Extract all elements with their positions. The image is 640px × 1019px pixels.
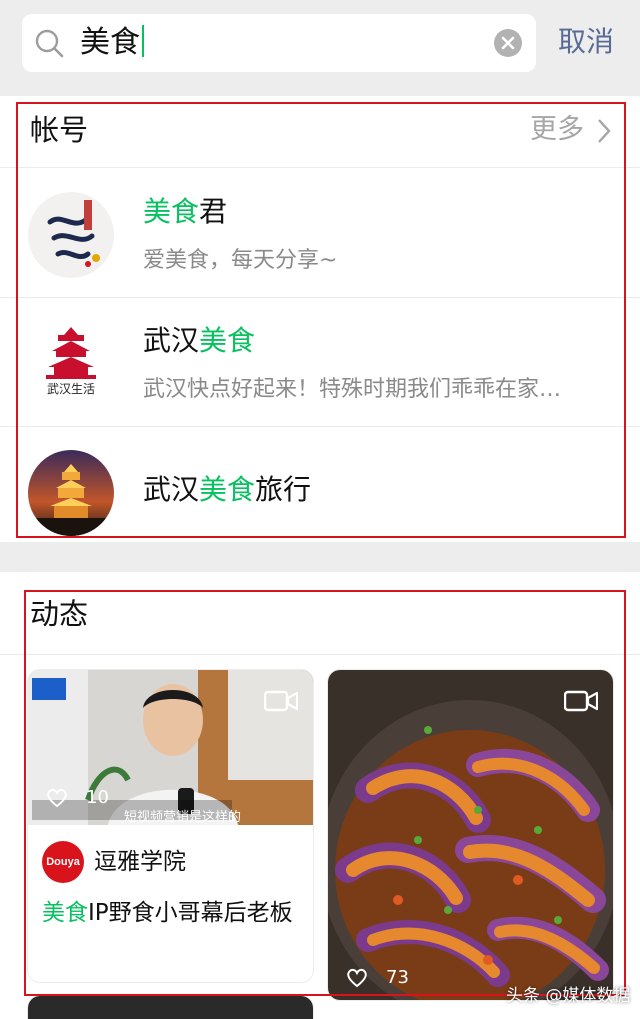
account-name: 美食君 (143, 195, 228, 228)
text-caret (142, 25, 144, 57)
search-query: 美食 (80, 25, 140, 60)
avatar (28, 192, 114, 278)
heart-icon (347, 968, 367, 988)
accounts-header: 帐号 更多 (0, 96, 640, 168)
feed-card[interactable]: 短视频营销是这样的 10 Douya 逗雅学院 美食IP野食小哥幕后老板 (28, 670, 313, 982)
video-camera-icon (264, 690, 298, 712)
account-desc: 爱美食，每天分享~ (143, 248, 338, 273)
account-row[interactable]: 武汉生活 武汉美食 武汉快点好起来！特殊时期我们乖乖在家… (0, 299, 640, 427)
account-row[interactable]: 美食君 爱美食，每天分享~ (0, 170, 640, 298)
heart-icon (47, 788, 67, 808)
video-camera-icon (564, 690, 598, 712)
divider (0, 654, 640, 655)
avatar-caption: 武汉生活 (46, 382, 95, 396)
account-desc: 武汉快点好起来！特殊时期我们乖乖在家… (143, 377, 562, 402)
food-photo (328, 670, 613, 1000)
section-title: 动态 (30, 597, 89, 631)
feed-card[interactable]: 73 (328, 670, 613, 1000)
account-name: 武汉美食 (143, 324, 256, 357)
clear-icon[interactable] (494, 29, 522, 57)
chevron-right-icon (598, 119, 611, 143)
account-name: 武汉美食旅行 (143, 473, 312, 506)
feed-card[interactable] (28, 996, 313, 1019)
avatar: 武汉生活 (28, 321, 114, 407)
feed-section: 动态 短视频营销是这样的 10 Douya 逗雅学院 美食IP野食小哥幕后老板 (0, 572, 640, 1019)
accounts-section: 帐号 更多 美食君 爱美食，每天分享~ 武汉生活 武汉美食 武汉快点好起来！特殊… (0, 96, 640, 542)
avatar (28, 450, 114, 536)
like-count: 73 (386, 967, 409, 988)
card-title: 美食IP野食小哥幕后老板 (42, 900, 293, 926)
section-title: 帐号 (30, 113, 89, 147)
search-icon (35, 29, 64, 58)
more-link[interactable]: 更多 (530, 110, 584, 150)
author-logo: Douya (42, 841, 84, 883)
search-bar: 美食 取消 (0, 0, 640, 86)
account-row[interactable]: 武汉美食旅行 (0, 428, 640, 556)
like-count: 10 (86, 787, 109, 808)
search-input[interactable]: 美食 (22, 14, 536, 72)
video-subtitle: 短视频营销是这样的 (124, 810, 242, 825)
cancel-button[interactable]: 取消 (558, 22, 614, 62)
watermark: 头条 @媒体数据 (506, 986, 631, 1006)
author-name[interactable]: 逗雅学院 (94, 845, 186, 879)
